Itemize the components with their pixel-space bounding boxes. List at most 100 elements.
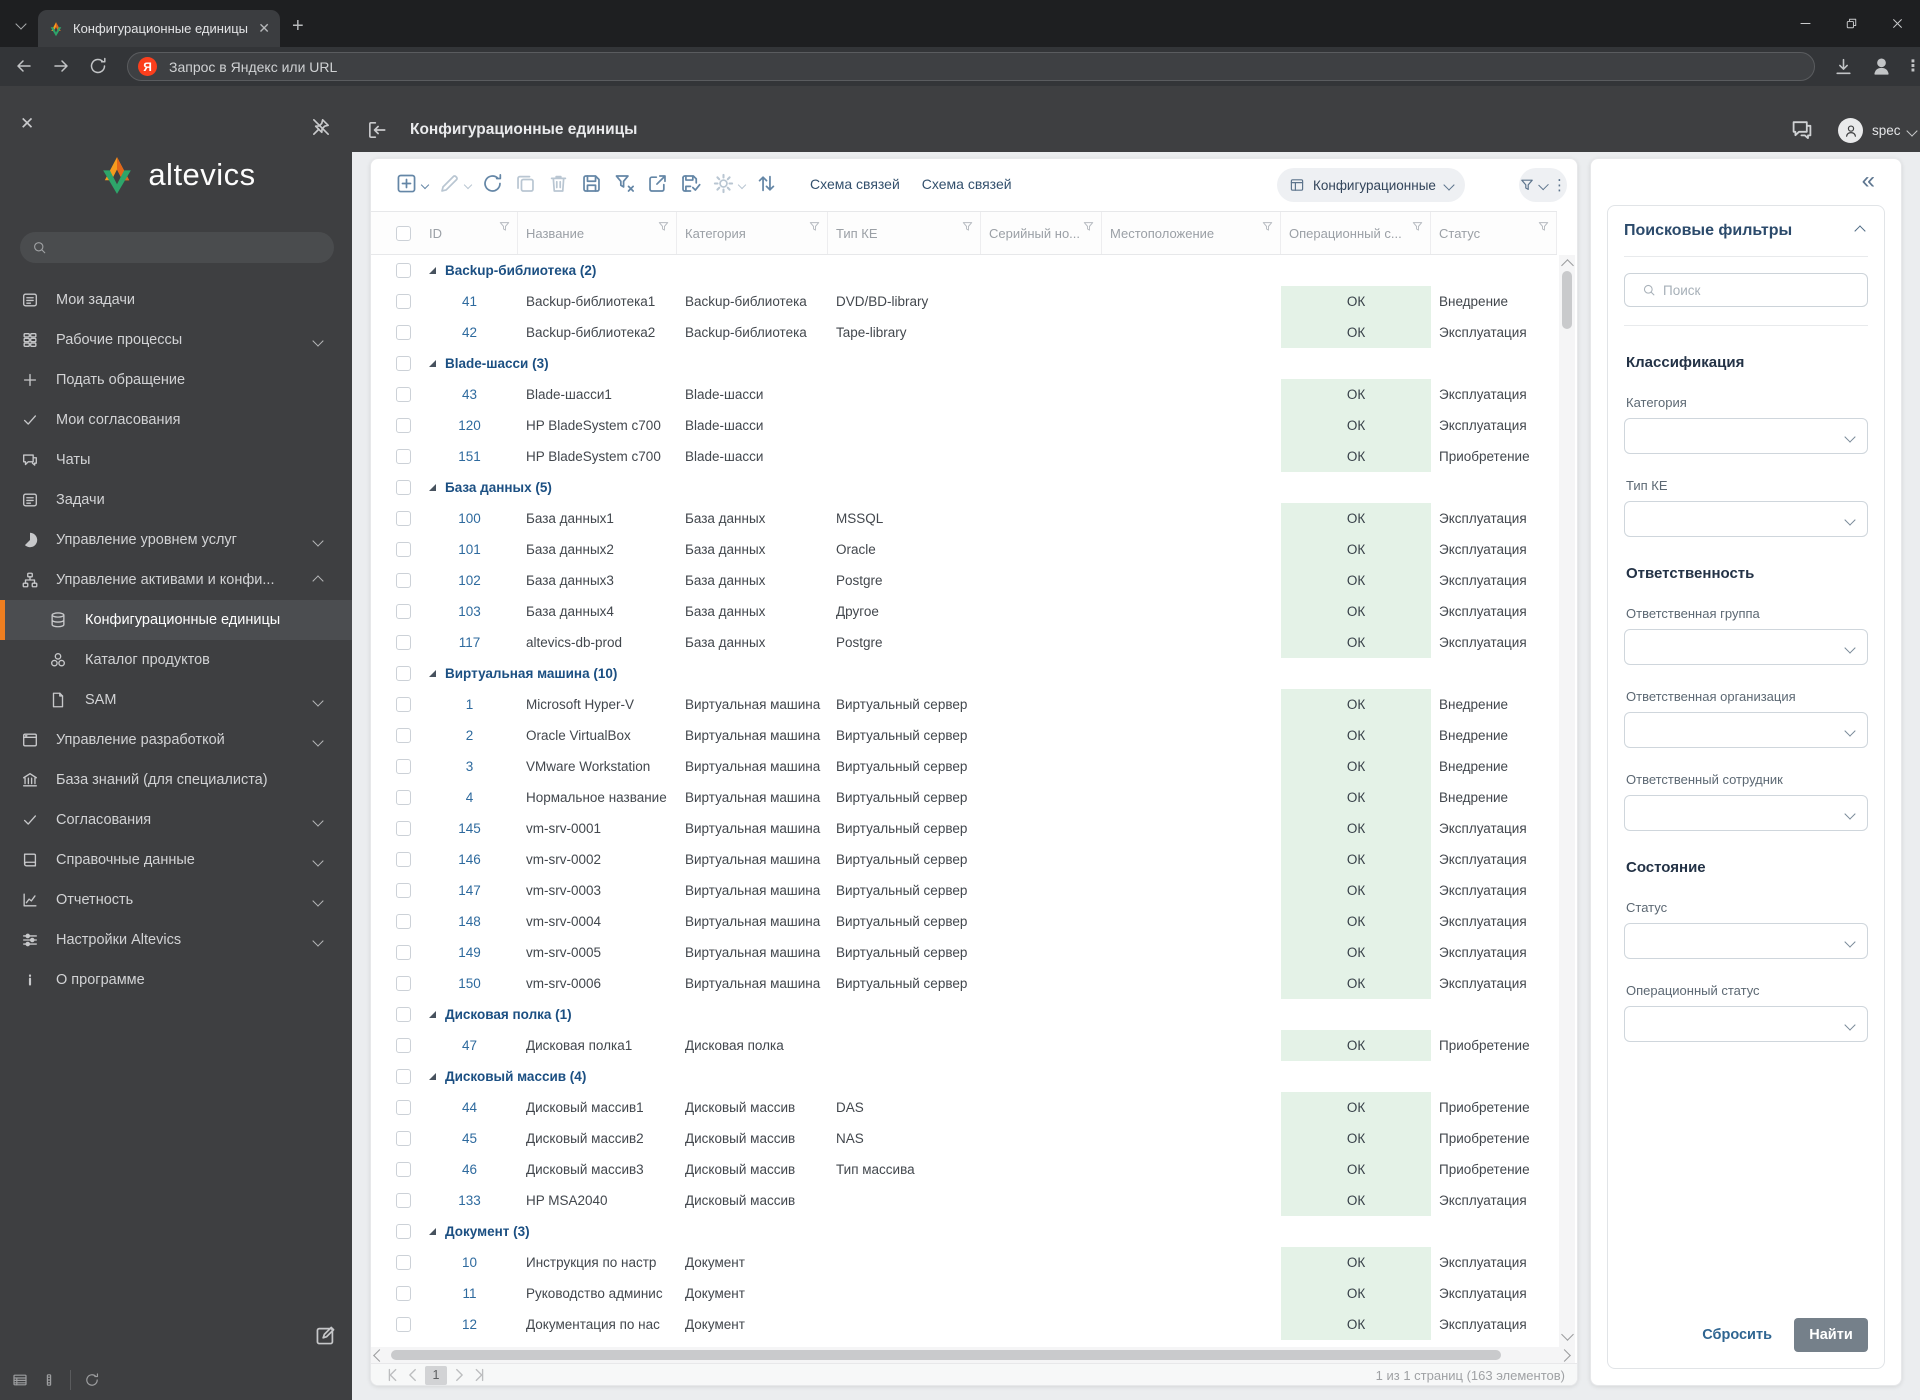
row-id-link[interactable]: 42 xyxy=(421,325,518,340)
row-id-link[interactable]: 102 xyxy=(421,573,518,588)
sidebar-item[interactable]: SAM xyxy=(0,680,352,720)
filters-search-input[interactable]: Поиск xyxy=(1624,273,1868,307)
collapse-group-icon[interactable] xyxy=(429,1011,436,1018)
row-checkbox[interactable] xyxy=(395,1100,411,1115)
row-checkbox[interactable] xyxy=(395,790,411,805)
row-checkbox[interactable] xyxy=(395,697,411,712)
table-row[interactable]: 11 Руководство админис Документ ОК Эксплуата… xyxy=(371,1278,1557,1309)
horizontal-scroll-thumb[interactable] xyxy=(391,1350,1501,1360)
list-view-icon[interactable] xyxy=(12,1372,28,1388)
table-row[interactable]: 151 HP BladeSystem c700 Blade-шасси ОК Приоб… xyxy=(371,441,1557,472)
table-row[interactable]: 12 Документация по нас Документ ОК Эксплуата… xyxy=(371,1309,1557,1340)
column-header[interactable]: Название xyxy=(518,212,677,254)
row-id-link[interactable]: 3 xyxy=(421,759,518,774)
collapse-group-icon[interactable] xyxy=(429,1073,436,1080)
row-id-link[interactable]: 149 xyxy=(421,945,518,960)
row-id-link[interactable]: 2 xyxy=(421,728,518,743)
scroll-left-icon[interactable] xyxy=(373,1349,386,1362)
row-id-link[interactable]: 147 xyxy=(421,883,518,898)
forward-icon[interactable] xyxy=(51,56,71,76)
row-checkbox[interactable] xyxy=(395,1162,411,1177)
row-checkbox[interactable] xyxy=(395,821,411,836)
edit-button[interactable] xyxy=(438,172,473,195)
collapse-panel-icon[interactable] xyxy=(366,119,388,141)
browser-menu-icon[interactable]: ⋮ xyxy=(1905,56,1920,77)
copy-button[interactable] xyxy=(514,172,537,195)
row-id-link[interactable]: 117 xyxy=(421,635,518,650)
refresh-small-icon[interactable] xyxy=(84,1372,100,1388)
row-id-link[interactable]: 44 xyxy=(421,1100,518,1115)
vertical-scroll-thumb[interactable] xyxy=(1562,271,1572,329)
row-checkbox[interactable] xyxy=(395,263,411,278)
save-button[interactable] xyxy=(580,172,603,195)
row-id-link[interactable]: 146 xyxy=(421,852,518,867)
back-icon[interactable] xyxy=(14,56,34,76)
find-button[interactable]: Найти xyxy=(1794,1318,1868,1352)
sidebar-item[interactable]: Каталог продуктов xyxy=(0,640,352,680)
prev-page-button[interactable] xyxy=(403,1366,423,1384)
column-header[interactable]: ID xyxy=(421,212,518,254)
username[interactable]: spec xyxy=(1872,123,1901,138)
row-checkbox[interactable] xyxy=(395,1224,411,1239)
table-row[interactable]: 101 База данных2 База данных Oracle ОК Эксплу… xyxy=(371,534,1557,565)
row-id-link[interactable]: 47 xyxy=(421,1038,518,1053)
group-row[interactable]: Backup-библиотека (2) xyxy=(371,255,1557,286)
group-row[interactable]: Виртуальная машина (10) xyxy=(371,658,1557,689)
view-selector[interactable]: Конфигурационные... xyxy=(1277,168,1465,202)
export-button[interactable] xyxy=(646,172,669,195)
clear-filter-button[interactable] xyxy=(613,172,636,195)
row-checkbox[interactable] xyxy=(395,1255,411,1270)
row-checkbox[interactable] xyxy=(395,511,411,526)
avatar[interactable] xyxy=(1838,118,1863,143)
sidebar-item[interactable]: Задачи xyxy=(0,480,352,520)
table-row[interactable]: 46 Дисковый массив3 Дисковый массив Тип мас… xyxy=(371,1154,1557,1185)
table-row[interactable]: 43 Blade-шасси1 Blade-шасси ОК Эксплуатация xyxy=(371,379,1557,410)
row-id-link[interactable]: 151 xyxy=(421,449,518,464)
sidebar-item[interactable]: Управление разработкой xyxy=(0,720,352,760)
row-id-link[interactable]: 10 xyxy=(421,1255,518,1270)
table-row[interactable]: 10 Инструкция по настр Документ ОК Эксплуата… xyxy=(371,1247,1557,1278)
filter-select[interactable] xyxy=(1624,795,1868,831)
row-id-link[interactable]: 11 xyxy=(421,1286,518,1301)
row-checkbox[interactable] xyxy=(395,914,411,929)
row-checkbox[interactable] xyxy=(395,666,411,681)
filter-select[interactable] xyxy=(1624,1006,1868,1042)
current-page[interactable]: 1 xyxy=(425,1365,447,1385)
row-id-link[interactable]: 101 xyxy=(421,542,518,557)
row-checkbox[interactable] xyxy=(395,418,411,433)
browser-profile-icon[interactable] xyxy=(1871,56,1892,77)
filter-select[interactable] xyxy=(1624,923,1868,959)
sidebar-item[interactable]: Управление активами и конфи... xyxy=(0,560,352,600)
browser-tab[interactable]: Конфигурационные единицы ✕ xyxy=(38,10,280,47)
row-checkbox[interactable] xyxy=(395,1286,411,1301)
scroll-right-icon[interactable] xyxy=(1558,1349,1571,1362)
row-checkbox[interactable] xyxy=(395,1131,411,1146)
table-row[interactable]: 146 vm-srv-0002 Виртуальная машина Виртуаль… xyxy=(371,844,1557,875)
first-page-button[interactable] xyxy=(383,1366,403,1384)
row-checkbox[interactable] xyxy=(395,635,411,650)
sidebar-close-icon[interactable]: ✕ xyxy=(20,115,36,132)
collapse-group-icon[interactable] xyxy=(429,267,436,274)
sidebar-item[interactable]: Конфигурационные единицы xyxy=(0,600,352,640)
filter-menu-button[interactable]: ⋮ xyxy=(1519,168,1567,202)
group-row[interactable]: Документ (3) xyxy=(371,1216,1557,1247)
select-all-checkbox[interactable] xyxy=(385,212,421,254)
pin-off-icon[interactable] xyxy=(310,116,332,138)
row-checkbox[interactable] xyxy=(395,542,411,557)
sidebar-item[interactable]: Справочные данные xyxy=(0,840,352,880)
column-header[interactable]: Операционный с... xyxy=(1281,212,1431,254)
group-row-clipped[interactable] xyxy=(371,1340,1557,1347)
row-id-link[interactable]: 12 xyxy=(421,1317,518,1332)
row-id-link[interactable]: 150 xyxy=(421,976,518,991)
compose-icon[interactable] xyxy=(314,1324,337,1347)
collapse-group-icon[interactable] xyxy=(429,1228,436,1235)
add-button[interactable] xyxy=(395,172,430,195)
table-row[interactable]: 47 Дисковая полка1 Дисковая полка ОК Приобре… xyxy=(371,1030,1557,1061)
table-row[interactable]: 148 vm-srv-0004 Виртуальная машина Виртуаль… xyxy=(371,906,1557,937)
schema-link-2[interactable]: Схема связей xyxy=(922,176,1012,192)
table-row[interactable]: 117 altevics-db-prod База данных Postgre ОК Э… xyxy=(371,627,1557,658)
row-id-link[interactable]: 120 xyxy=(421,418,518,433)
more-options-icon[interactable]: ⋮ xyxy=(1552,176,1567,194)
table-row[interactable]: 102 База данных3 База данных Postgre ОК Экспл… xyxy=(371,565,1557,596)
column-header[interactable]: Тип КЕ xyxy=(828,212,981,254)
